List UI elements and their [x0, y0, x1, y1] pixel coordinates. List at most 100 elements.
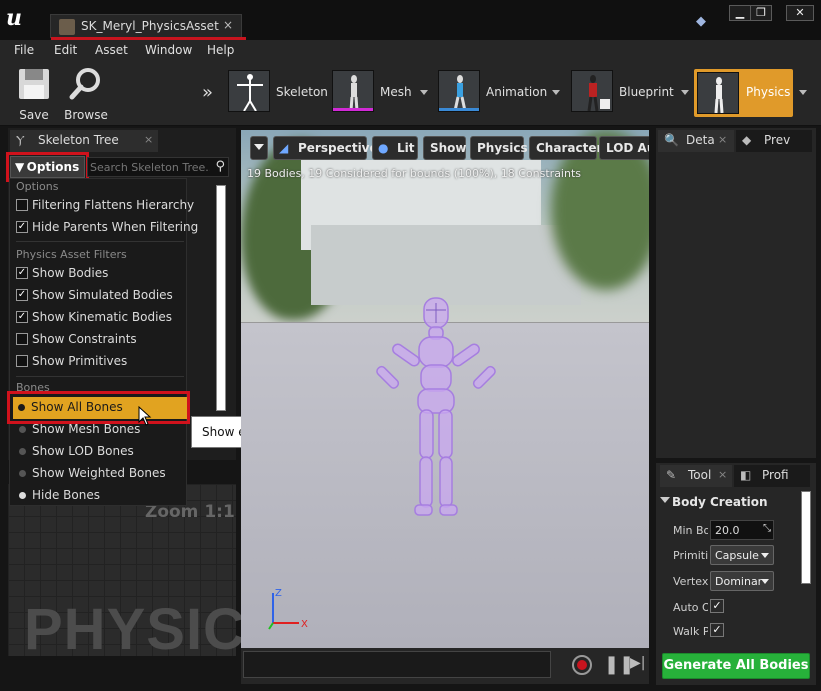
- maximize-button[interactable]: ❐: [750, 5, 772, 21]
- checkbox[interactable]: [16, 333, 28, 345]
- physics-body-figure[interactable]: [371, 295, 501, 525]
- primitive-type-dropdown[interactable]: Capsule: [710, 545, 774, 565]
- tab-preview[interactable]: ◆ Prev: [736, 130, 812, 152]
- auto-orient-checkbox[interactable]: ✓: [710, 599, 724, 613]
- animation-thumbnail: [438, 70, 480, 112]
- menu-edit[interactable]: Edit: [54, 43, 77, 57]
- wrench-icon: ✎: [666, 468, 677, 482]
- blueprint-dropdown-arrow-icon[interactable]: [681, 90, 689, 95]
- show-button[interactable]: Show: [423, 136, 467, 160]
- tab-tools[interactable]: ✎ Tool ×: [660, 465, 732, 487]
- close-window-button[interactable]: ✕: [786, 5, 814, 21]
- menu-help[interactable]: Help: [207, 43, 234, 57]
- walk-past-checkbox[interactable]: ✓: [710, 623, 724, 637]
- option-show-primitives[interactable]: Show Primitives: [14, 351, 182, 371]
- viewport-options-button[interactable]: [250, 136, 268, 160]
- axis-x-label: X: [301, 619, 308, 630]
- mode-physics[interactable]: Physics: [694, 69, 793, 117]
- save-icon: [19, 69, 49, 99]
- option-label: Show Primitives: [32, 354, 128, 368]
- tab-skeleton-tree[interactable]: Ⲩ Skeleton Tree ×: [10, 130, 158, 152]
- lit-button[interactable]: ● Lit: [372, 136, 418, 160]
- details-tab-close-icon[interactable]: ×: [718, 133, 727, 146]
- browse-button[interactable]: Browse: [62, 66, 110, 122]
- mode-animation[interactable]: Animation: [438, 70, 564, 118]
- skeleton-tree-scrollbar[interactable]: [216, 185, 226, 411]
- search-input[interactable]: [90, 159, 210, 175]
- prop-label: Min Bo: [673, 524, 708, 537]
- section-physics-filters: Physics Asset Filters: [16, 248, 127, 261]
- tools-tab-label: Tool: [688, 468, 712, 482]
- option-label: Show Mesh Bones: [32, 422, 141, 436]
- tab-details[interactable]: 🔍 Deta ×: [658, 130, 734, 152]
- preview-icon: ◆: [742, 133, 752, 147]
- record-button[interactable]: [572, 655, 592, 675]
- mesh-dropdown-arrow-icon[interactable]: [420, 90, 428, 95]
- checkbox[interactable]: [16, 199, 28, 211]
- graph-watermark: PHYSIC: [24, 597, 246, 662]
- radio[interactable]: [19, 426, 26, 433]
- drag-handle-icon[interactable]: ⤡: [763, 523, 771, 534]
- search-skeleton-field[interactable]: ⚲: [87, 157, 229, 177]
- prop-label: Primiti: [673, 549, 708, 562]
- character-label: Character: [536, 141, 603, 155]
- option-show-bodies[interactable]: ✓ Show Bodies: [14, 263, 182, 283]
- skeleton-tree-icon: Ⲩ: [16, 133, 25, 147]
- physics-dropdown-arrow-icon[interactable]: [799, 90, 807, 95]
- timeline-scrubber[interactable]: [243, 651, 551, 678]
- mode-skeleton-label: Skeleton: [276, 85, 328, 99]
- character-button[interactable]: Character: [529, 136, 602, 160]
- radio[interactable]: [19, 492, 26, 499]
- mode-skeleton[interactable]: Skeleton: [228, 70, 328, 118]
- radio[interactable]: [19, 448, 26, 455]
- option-hide-parents[interactable]: ✓ Hide Parents When Filtering: [14, 217, 198, 237]
- radio[interactable]: [19, 470, 26, 477]
- toolbar-overflow-chevron-icon[interactable]: »: [202, 82, 213, 103]
- tab-close-icon[interactable]: ×: [223, 18, 233, 32]
- document-tab[interactable]: SK_Meryl_PhysicsAsset ×: [50, 14, 242, 38]
- checkbox-checked[interactable]: ✓: [16, 221, 28, 233]
- prop-walk-past-small: Walk P ✓: [660, 621, 800, 643]
- prop-vertex-weighting: Vertex Dominar: [660, 571, 800, 593]
- option-show-lod-bones[interactable]: Show LOD Bones: [14, 441, 182, 461]
- animation-dropdown-arrow-icon[interactable]: [552, 90, 560, 95]
- physics-button[interactable]: Physics: [470, 136, 528, 160]
- option-hide-bones[interactable]: Hide Bones: [14, 485, 182, 505]
- mode-blueprint[interactable]: Blueprint: [571, 70, 689, 118]
- option-show-weighted-bones[interactable]: Show Weighted Bones: [14, 463, 182, 483]
- option-show-simulated[interactable]: ✓ Show Simulated Bodies: [14, 285, 182, 305]
- option-show-constraints[interactable]: Show Constraints: [14, 329, 182, 349]
- menu-file[interactable]: File: [14, 43, 34, 57]
- option-filtering-flattens[interactable]: Filtering Flattens Hierarchy: [14, 195, 194, 215]
- body-creation-header[interactable]: Body Creation: [660, 492, 800, 514]
- tools-scrollbar[interactable]: [801, 491, 811, 584]
- menu-window[interactable]: Window: [145, 43, 192, 57]
- min-bone-size-input[interactable]: 20.0 ⤡: [710, 520, 774, 540]
- minimize-button[interactable]: ▁: [729, 5, 751, 21]
- show-label: Show: [430, 141, 467, 155]
- perspective-button[interactable]: ◢ Perspective: [273, 136, 378, 160]
- vertex-weighting-dropdown[interactable]: Dominar: [710, 571, 774, 591]
- content-browser-nav-icon[interactable]: ◆: [696, 14, 712, 29]
- save-button[interactable]: Save: [10, 66, 58, 122]
- mode-mesh[interactable]: Mesh: [332, 70, 432, 118]
- background-building: [311, 225, 581, 305]
- checkbox-checked[interactable]: ✓: [16, 311, 28, 323]
- step-forward-icon[interactable]: ▶|: [630, 655, 645, 671]
- menu-asset[interactable]: Asset: [95, 43, 128, 57]
- lod-auto-button[interactable]: LOD Au: [599, 136, 649, 160]
- search-icon[interactable]: ⚲: [215, 159, 225, 174]
- collapse-arrow-icon[interactable]: [660, 497, 670, 503]
- generate-all-bodies-button[interactable]: Generate All Bodies: [662, 653, 810, 679]
- physics-label: Physics: [477, 141, 528, 155]
- tools-tab-close-icon[interactable]: ×: [718, 468, 727, 481]
- tab-profile[interactable]: ◧ Profi: [734, 465, 810, 487]
- mode-physics-label: Physics: [746, 85, 791, 99]
- axis-z-label: Z: [275, 588, 282, 599]
- viewport[interactable]: ◢ Perspective ● Lit Show Physics Charact…: [241, 130, 649, 648]
- checkbox-checked[interactable]: ✓: [16, 267, 28, 279]
- checkbox[interactable]: [16, 355, 28, 367]
- checkbox-checked[interactable]: ✓: [16, 289, 28, 301]
- skeleton-tab-close-icon[interactable]: ×: [144, 133, 153, 146]
- option-show-kinematic[interactable]: ✓ Show Kinematic Bodies: [14, 307, 182, 327]
